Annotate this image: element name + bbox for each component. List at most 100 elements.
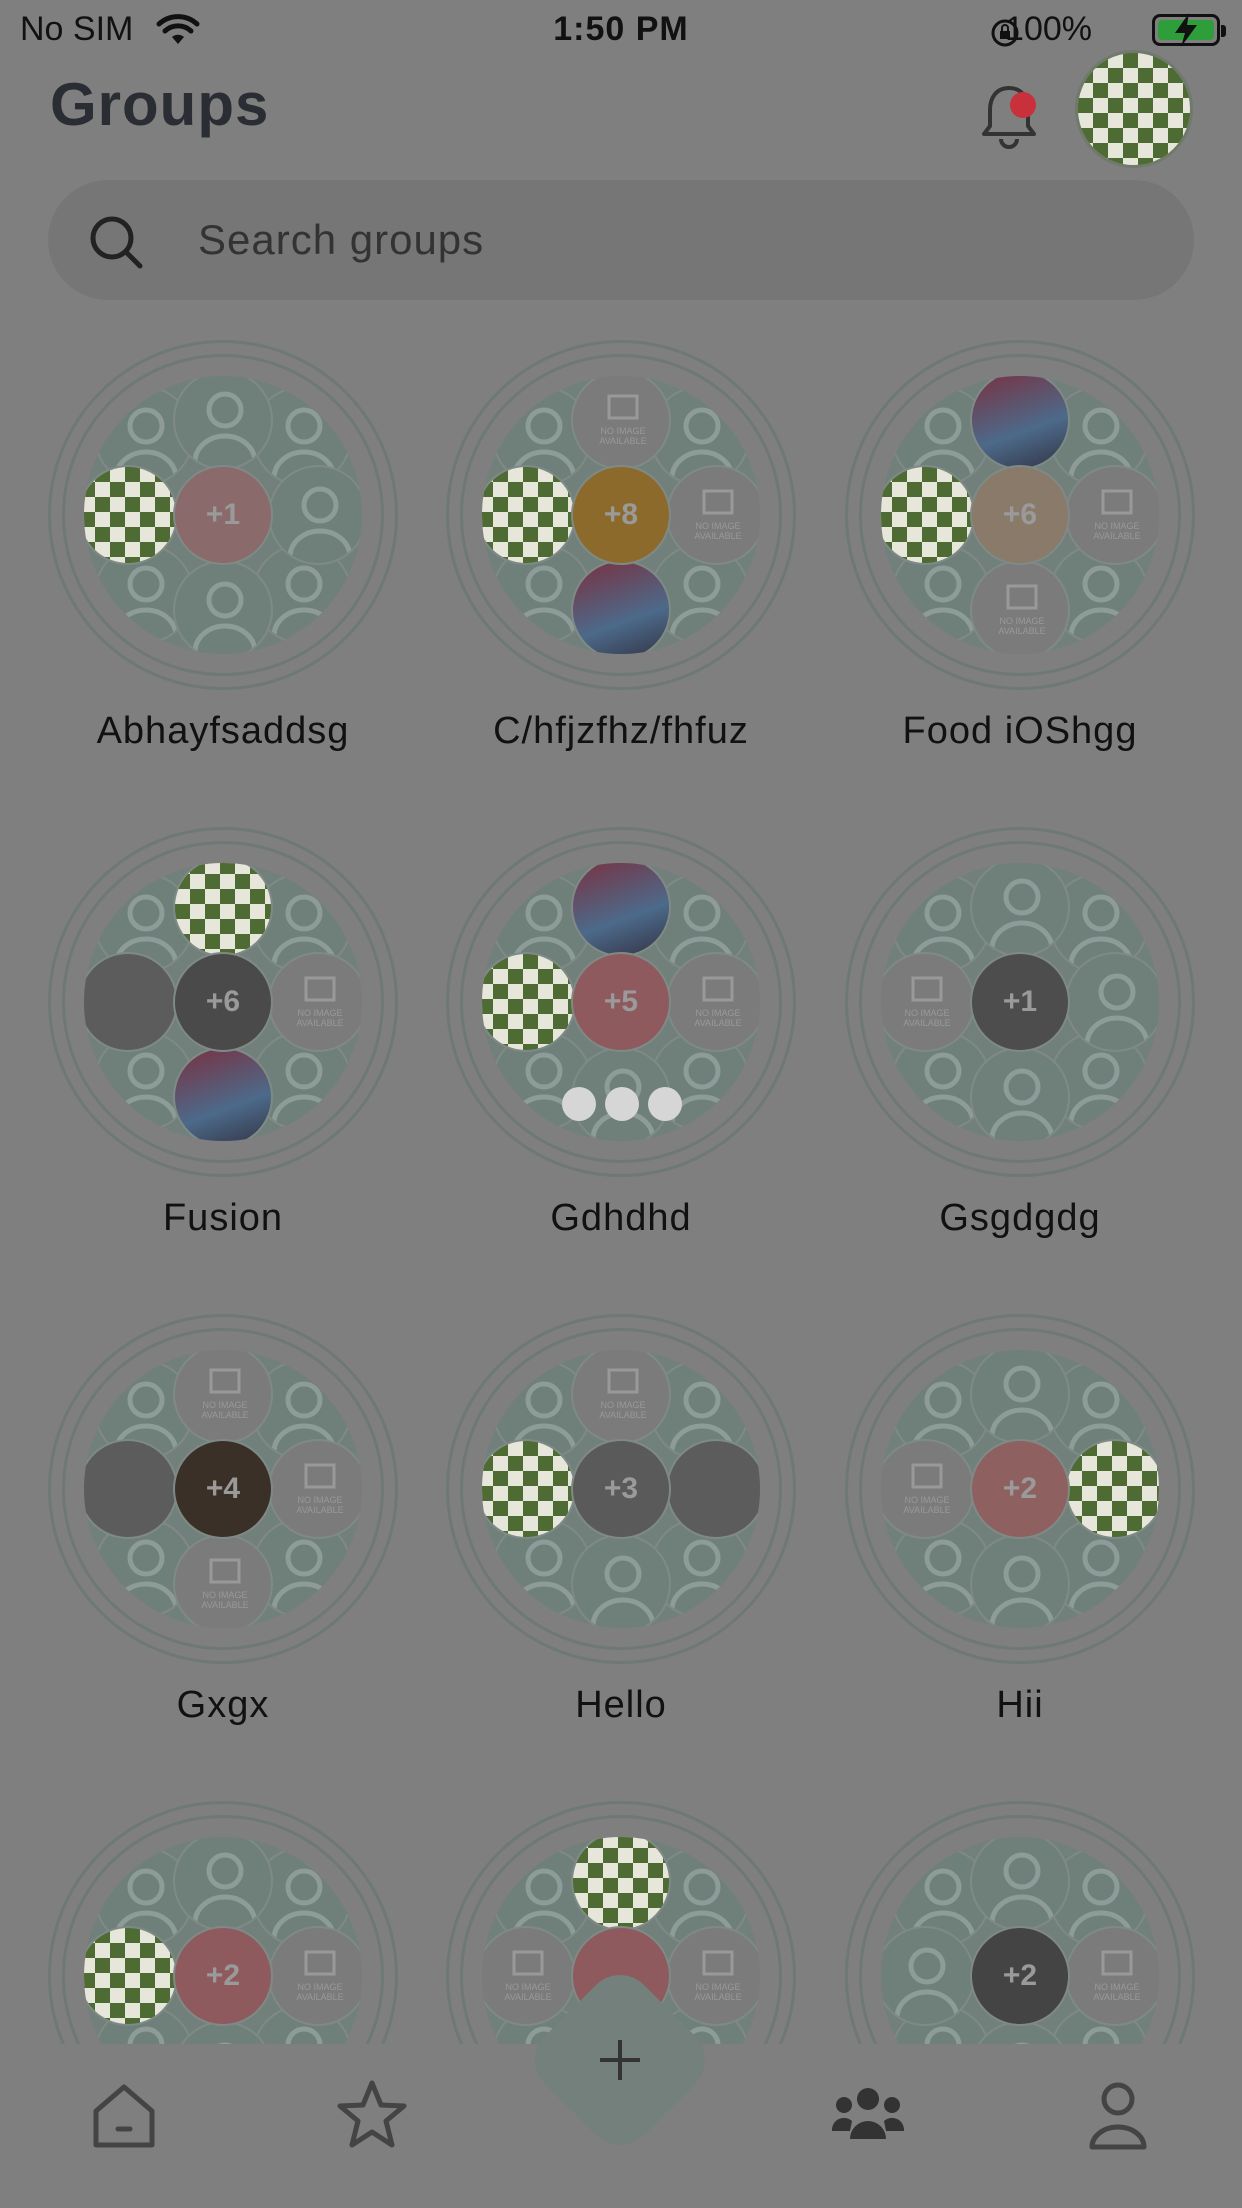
member-avatar: NO IMAGE AVAILABLE <box>666 1926 760 2026</box>
group-name: Gsgdgdg <box>939 1197 1101 1239</box>
member-avatar: NO IMAGE AVAILABLE <box>666 952 760 1052</box>
member-avatar: NO IMAGE AVAILABLE <box>1065 1926 1159 2026</box>
svg-text:NO IMAGE: NO IMAGE <box>1094 521 1139 531</box>
group-tile[interactable]: +1 Abhayfsaddsg <box>48 340 398 800</box>
group-tile[interactable]: NO IMAGE AVAILABLE +1 Gsgdgdg <box>845 827 1195 1287</box>
svg-text:AVAILABLE: AVAILABLE <box>296 1505 343 1515</box>
svg-text:NO IMAGE: NO IMAGE <box>505 1982 550 1992</box>
member-count-badge: +2 <box>173 1926 273 2026</box>
bell-icon[interactable] <box>978 82 1040 150</box>
member-count-badge: +6 <box>173 952 273 1052</box>
svg-text:AVAILABLE: AVAILABLE <box>998 626 1045 636</box>
member-avatar: NO IMAGE AVAILABLE <box>268 952 362 1052</box>
member-avatar <box>970 863 1070 957</box>
svg-text:NO IMAGE: NO IMAGE <box>202 1590 247 1600</box>
member-count-badge: +2 <box>970 1926 1070 2026</box>
svg-text:NO IMAGE: NO IMAGE <box>999 616 1044 626</box>
notification-badge <box>1010 92 1036 118</box>
group-avatar-cluster: NO IMAGE AVAILABLE NO IMAGE AVAILABLE +6 <box>881 376 1159 654</box>
group-avatar-cluster: NO IMAGE AVAILABLE NO IMAGE AVAILABLE +8 <box>482 376 760 654</box>
member-avatar: NO IMAGE AVAILABLE <box>1065 465 1159 565</box>
member-count-badge: +8 <box>571 465 671 565</box>
group-avatar-cluster: NO IMAGE AVAILABLE +3 <box>482 1350 760 1628</box>
group-name: Hii <box>996 1684 1044 1726</box>
svg-text:NO IMAGE: NO IMAGE <box>904 1495 949 1505</box>
group-name: Fusion <box>162 1197 284 1239</box>
group-name: Gxgx <box>176 1684 270 1726</box>
member-avatar <box>173 1837 273 1931</box>
member-avatar <box>1065 1439 1159 1539</box>
group-name: Abhayfsaddsg <box>96 710 350 752</box>
svg-text:AVAILABLE: AVAILABLE <box>903 1018 950 1028</box>
member-avatar: NO IMAGE AVAILABLE <box>666 465 760 565</box>
svg-text:AVAILABLE: AVAILABLE <box>201 1600 248 1610</box>
member-avatar <box>268 465 362 565</box>
avatar[interactable] <box>1075 50 1193 168</box>
groups-icon[interactable] <box>828 2075 908 2155</box>
group-tile[interactable]: NO IMAGE AVAILABLE +6 Fusion <box>48 827 398 1287</box>
member-count-badge: +2 <box>970 1439 1070 1539</box>
profile-icon[interactable] <box>1078 2075 1158 2155</box>
member-count-badge: +1 <box>173 465 273 565</box>
group-name: Hello <box>575 1684 667 1726</box>
group-tile[interactable]: NO IMAGE AVAILABLE +5 Gdhdhd <box>446 827 796 1287</box>
svg-text:NO IMAGE: NO IMAGE <box>297 1008 342 1018</box>
svg-text:NO IMAGE: NO IMAGE <box>695 1008 740 1018</box>
svg-text:AVAILABLE: AVAILABLE <box>201 1410 248 1420</box>
member-avatar <box>970 1350 1070 1444</box>
svg-text:AVAILABLE: AVAILABLE <box>694 1992 741 2002</box>
member-avatar <box>173 1047 273 1141</box>
member-avatar: NO IMAGE AVAILABLE <box>268 1926 362 2026</box>
svg-text:NO IMAGE: NO IMAGE <box>202 1400 247 1410</box>
group-avatar-cluster: +1 <box>84 376 362 654</box>
member-avatar <box>173 376 273 470</box>
member-avatar <box>970 1534 1070 1628</box>
member-count-badge: +4 <box>173 1439 273 1539</box>
group-avatar-cluster: NO IMAGE AVAILABLE +1 <box>881 863 1159 1141</box>
group-tile[interactable]: NO IMAGE AVAILABLE +2 Hii <box>845 1314 1195 1774</box>
member-count-badge: +1 <box>970 952 1070 1052</box>
battery-icon <box>1152 13 1226 47</box>
search-input[interactable]: Search groups <box>198 216 484 264</box>
svg-text:AVAILABLE: AVAILABLE <box>694 531 741 541</box>
member-avatar <box>571 1534 671 1628</box>
svg-text:NO IMAGE: NO IMAGE <box>297 1982 342 1992</box>
member-avatar <box>881 1926 975 2026</box>
svg-text:NO IMAGE: NO IMAGE <box>904 1008 949 1018</box>
member-avatar <box>970 1047 1070 1141</box>
svg-text:NO IMAGE: NO IMAGE <box>600 426 645 436</box>
svg-text:AVAILABLE: AVAILABLE <box>694 1018 741 1028</box>
svg-text:NO IMAGE: NO IMAGE <box>695 521 740 531</box>
group-name: Food iOShgg <box>902 710 1138 752</box>
svg-text:AVAILABLE: AVAILABLE <box>599 1410 646 1420</box>
group-avatar-cluster: NO IMAGE AVAILABLE NO IMAGE AVAILABLE NO IMA… <box>84 1350 362 1628</box>
star-icon[interactable] <box>332 2075 412 2155</box>
group-tile[interactable]: NO IMAGE AVAILABLE NO IMAGE AVAILABLE +8 C/hf… <box>446 340 796 800</box>
search-icon <box>90 216 143 269</box>
svg-text:AVAILABLE: AVAILABLE <box>504 1992 551 2002</box>
svg-text:NO IMAGE: NO IMAGE <box>1094 1982 1139 1992</box>
member-avatar <box>1065 952 1159 1052</box>
group-avatar-cluster: NO IMAGE AVAILABLE +2 <box>881 1350 1159 1628</box>
member-avatar <box>173 560 273 654</box>
add-icon <box>600 2040 640 2080</box>
svg-text:NO IMAGE: NO IMAGE <box>600 1400 645 1410</box>
svg-text:AVAILABLE: AVAILABLE <box>296 1992 343 2002</box>
member-count-badge: +3 <box>571 1439 671 1539</box>
group-name: C/hfjzfhz/fhfuz <box>493 710 749 752</box>
svg-text:NO IMAGE: NO IMAGE <box>695 1982 740 1992</box>
svg-text:NO IMAGE: NO IMAGE <box>297 1495 342 1505</box>
home-icon[interactable] <box>84 2075 164 2155</box>
group-avatar-cluster: NO IMAGE AVAILABLE +6 <box>84 863 362 1141</box>
group-tile[interactable]: NO IMAGE AVAILABLE NO IMAGE AVAILABLE +6 Food… <box>845 340 1195 800</box>
svg-text:AVAILABLE: AVAILABLE <box>903 1505 950 1515</box>
search-bar[interactable]: Search groups <box>48 180 1194 300</box>
svg-text:AVAILABLE: AVAILABLE <box>1093 531 1140 541</box>
member-count-badge: +6 <box>970 465 1070 565</box>
member-count-badge: +5 <box>571 952 671 1052</box>
svg-text:AVAILABLE: AVAILABLE <box>296 1018 343 1028</box>
svg-text:AVAILABLE: AVAILABLE <box>1093 1992 1140 2002</box>
group-tile[interactable]: NO IMAGE AVAILABLE NO IMAGE AVAILABLE NO IMA… <box>48 1314 398 1774</box>
loading-indicator <box>562 1087 682 1121</box>
group-tile[interactable]: NO IMAGE AVAILABLE +3 Hello <box>446 1314 796 1774</box>
